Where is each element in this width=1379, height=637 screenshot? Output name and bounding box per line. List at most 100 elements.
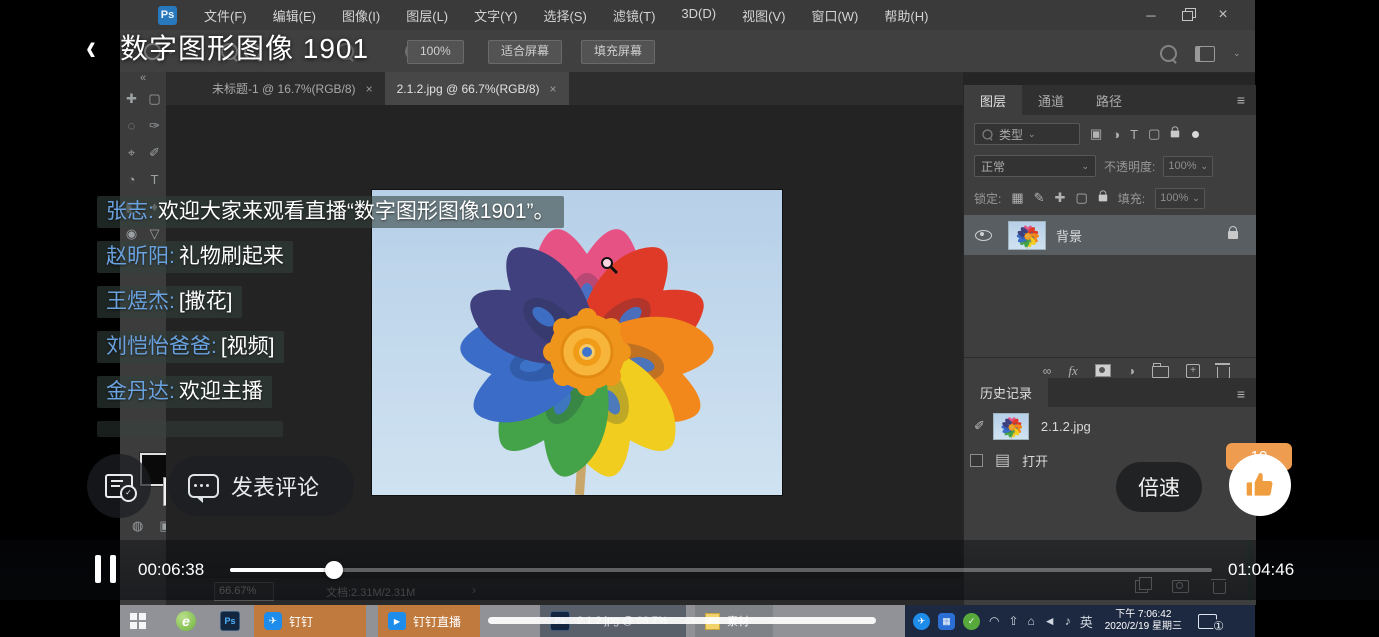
menu-image[interactable]: 图像(I) [329,6,393,25]
input-language-indicator[interactable]: 英 [1080,612,1093,631]
eyedropper-tool-icon[interactable]: ✐ [149,146,160,160]
new-group-icon[interactable] [1152,366,1169,378]
photoshop-task-button[interactable]: Ps [220,605,240,637]
marquee-tool-icon[interactable]: ▢ [148,92,160,106]
menu-edit[interactable]: 编辑(E) [260,6,329,25]
layer-thumbnail[interactable] [1008,221,1046,250]
home-indicator[interactable] [488,617,876,624]
new-layer-icon[interactable]: + [1186,364,1200,378]
tab-close-icon[interactable]: × [550,82,557,96]
chevron-down-icon: ⌄ [1200,161,1208,172]
lock-paint-icon[interactable]: ✎ [1034,190,1045,206]
tab-close-icon[interactable]: × [366,82,373,96]
like-button[interactable] [1229,454,1291,516]
sign-in-button[interactable]: ✓ [87,454,151,518]
tab-layers[interactable]: 图层 [964,85,1022,115]
device-icon[interactable]: ⌂ [1028,614,1035,628]
link-layers-icon[interactable]: ∞ [1043,364,1052,378]
collapse-tools-icon[interactable]: « [120,72,166,86]
playback-speed-button[interactable]: 倍速 [1116,462,1202,512]
grid-app-tray-icon[interactable]: ▦ [938,613,955,630]
minimize-button[interactable]: ─ [1133,8,1169,23]
workspace-icon[interactable] [1195,46,1215,62]
lock-transparent-icon[interactable]: ▦ [1011,190,1023,206]
filter-smartobject-icon[interactable] [1171,131,1180,138]
history-snapshot-thumbnail[interactable] [993,413,1029,440]
fill-value: 100% [1160,192,1188,204]
menu-type[interactable]: 文字(Y) [461,6,530,25]
zoom-100-button[interactable]: 100% [407,40,464,64]
taskbar-clock[interactable]: 下午 7:06:42 2020/2/19 星期三 [1105,609,1182,633]
start-button[interactable] [130,605,146,637]
filter-adjustment-icon[interactable]: ◑ [1112,127,1120,142]
delete-layer-icon[interactable] [1217,367,1230,379]
search-icon[interactable] [1160,45,1177,62]
thumbs-up-icon [1244,469,1276,501]
lock-move-icon[interactable]: ✚ [1055,190,1066,206]
menu-view[interactable]: 视图(V) [729,6,798,25]
dingtalk-tray-icon[interactable]: ✈ [913,613,930,630]
history-item-open[interactable]: ▤ 打开 [964,445,1256,475]
tab-history[interactable]: 历史记录 [964,378,1048,407]
menu-window[interactable]: 窗口(W) [798,6,871,25]
filter-type-icon[interactable]: T [1130,127,1138,142]
audio-icon[interactable]: ♪ [1065,614,1071,628]
fill-screen-button[interactable]: 填充屏幕 [581,40,655,64]
restore-button[interactable] [1169,7,1205,24]
layer-style-icon[interactable]: fx [1068,363,1077,379]
fill-value-box[interactable]: 100% ⌄ [1155,188,1205,209]
history-menu-icon[interactable]: ≡ [1237,386,1244,402]
post-comment-button[interactable]: 发表评论 [168,456,354,516]
type-tool-icon[interactable]: T [151,173,159,187]
quick-select-tool-icon[interactable]: ✑ [149,119,160,133]
tab-212-jpg[interactable]: 2.1.2.jpg @ 66.7%(RGB/8) × [385,72,569,105]
history-item-open-file[interactable]: ✐ 2.1.2.jpg [964,409,1256,443]
move-tool-icon[interactable]: ✚ [126,92,137,106]
lock-label: 锁定: [974,190,1001,207]
progress-knob[interactable] [325,561,343,579]
volume-icon[interactable]: ◄ [1044,614,1056,628]
adjustment-layer-icon[interactable]: ◑ [1128,364,1135,378]
browser-task-button[interactable]: e [176,605,196,637]
menu-layer[interactable]: 图层(L) [393,6,461,25]
layer-row-background[interactable]: 背景 [964,215,1256,255]
filter-toggle-icon[interactable] [1192,131,1199,138]
lasso-tool-icon[interactable]: ◌ [128,119,136,133]
panel-menu-icon[interactable]: ≡ [1237,92,1244,108]
filter-pixel-icon[interactable]: ▣ [1090,126,1102,142]
healing-tool-icon[interactable]: ◔ [128,173,136,187]
tab-paths[interactable]: 路径 [1080,85,1138,115]
add-mask-icon[interactable] [1095,364,1111,377]
fit-screen-button[interactable]: 适合屏幕 [488,40,562,64]
layer-visibility-icon[interactable] [975,230,992,241]
menu-help[interactable]: 帮助(H) [871,6,941,25]
menu-select[interactable]: 选择(S) [530,6,599,25]
action-center-icon[interactable]: ① [1198,614,1217,629]
back-button[interactable]: ‹ [86,27,96,70]
lock-all-icon[interactable] [1099,195,1108,202]
dingtalk-task-button[interactable]: ✈ 钉钉 [254,605,366,637]
lock-artboard-icon[interactable]: ▢ [1075,190,1087,206]
security-tray-icon[interactable]: ✓ [963,613,980,630]
crop-tool-icon[interactable]: ⌖ [128,146,135,160]
progress-track[interactable] [230,568,1212,572]
wifi-icon[interactable]: ◠ [989,614,999,628]
filter-type-select[interactable]: 类型 ⌄ [974,123,1080,145]
pause-button[interactable] [95,555,116,583]
chat-message: 赵昕阳:礼物刷起来 [97,241,293,273]
dingtalk-live-task-button[interactable]: ▶ 钉钉直播 [378,605,480,637]
quick-mask-icon[interactable]: ◍ [132,518,143,534]
menu-3d[interactable]: 3D(D) [668,6,729,25]
close-button[interactable]: × [1205,6,1241,24]
filter-shape-icon[interactable]: ▢ [1148,126,1160,142]
blend-mode-select[interactable]: 正常 ⌄ [974,155,1096,177]
tab-untitled-1[interactable]: 未标题-1 @ 16.7%(RGB/8) × [200,72,385,105]
history-source-checkbox[interactable] [970,454,983,467]
chevron-down-icon: ⌄ [1028,129,1036,140]
tab-channels[interactable]: 通道 [1022,85,1080,115]
menu-filter[interactable]: 滤镜(T) [600,6,669,25]
history-brush-source-icon[interactable]: ✐ [974,418,985,434]
opacity-value-box[interactable]: 100% ⌄ [1163,156,1213,177]
menu-file[interactable]: 文件(F) [191,6,260,25]
usb-icon[interactable]: ⇧ [1008,614,1018,628]
